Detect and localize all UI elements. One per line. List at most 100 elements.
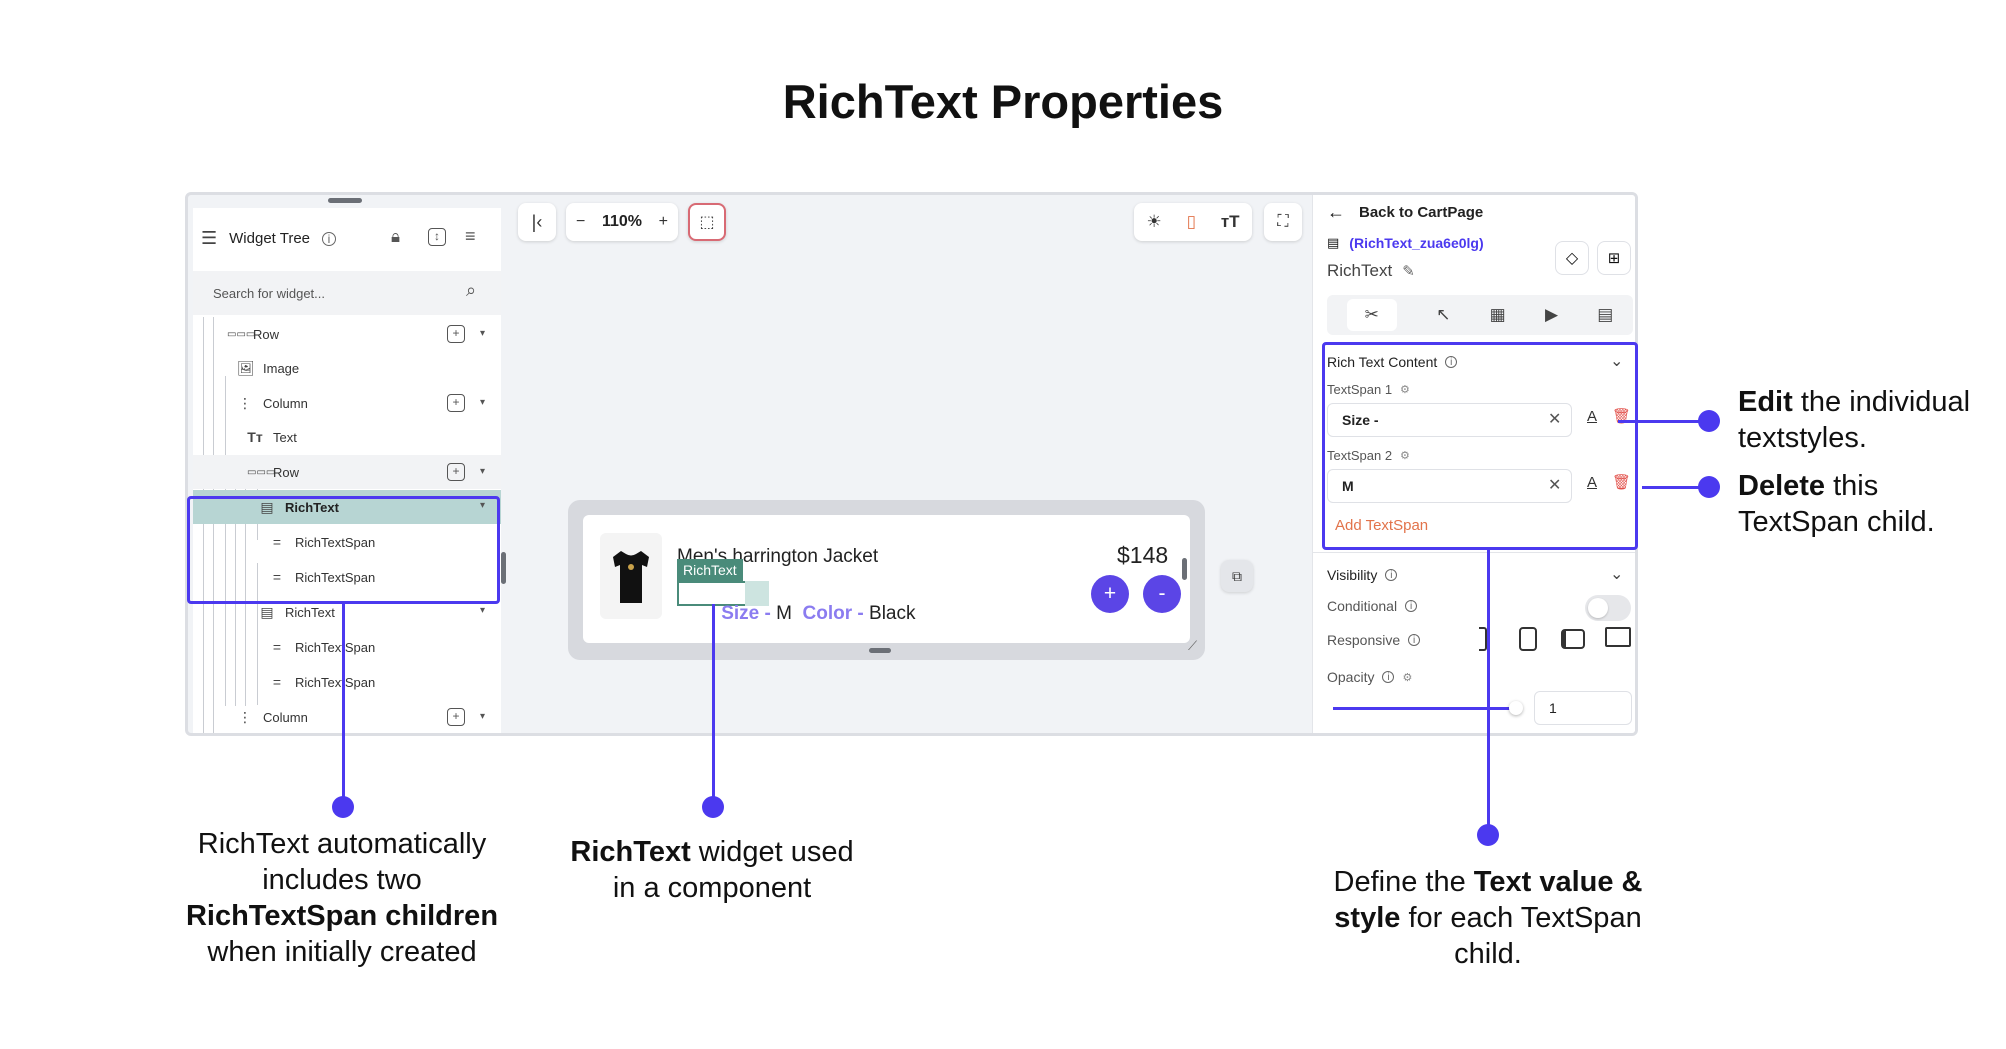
zoom-in-button[interactable]: + — [659, 213, 668, 231]
select-mode-button[interactable]: ⬚ — [688, 203, 726, 241]
filter-list-icon[interactable]: ≡ — [465, 226, 476, 247]
lock-icon[interactable]: 🔒︎ — [391, 227, 400, 247]
widget-caption-bold: RichText — [570, 836, 691, 868]
tree-item-image[interactable]: 🖼︎ Image — [193, 351, 501, 385]
tab-backend-icon[interactable]: ▦ — [1490, 305, 1506, 325]
resize-handle-right[interactable] — [1182, 558, 1187, 580]
tablet-icon[interactable] — [1561, 629, 1585, 649]
opacity-slider-track[interactable] — [1333, 707, 1513, 710]
toggle-knob — [1588, 598, 1608, 618]
callout-line — [1618, 420, 1708, 423]
span-color-label: Color - — [802, 603, 870, 624]
back-label: Back to CartPage — [1359, 204, 1484, 221]
tree-item-label: RichTextSpan — [295, 639, 376, 655]
column-icon: ⋮ — [238, 708, 252, 725]
text-scale-icon[interactable]: тT — [1221, 212, 1240, 232]
add-child-button[interactable]: + — [447, 325, 465, 343]
delete-caption-bold: Delete — [1738, 470, 1826, 502]
widget-connections-button[interactable]: ⛶ — [1264, 203, 1302, 241]
caret-down-icon[interactable]: ▾ — [480, 397, 485, 408]
tab-actions-icon[interactable]: ↖ — [1436, 305, 1450, 325]
back-link[interactable]: ← Back to CartPage — [1327, 202, 1483, 223]
copy-button[interactable]: ⧉ — [1221, 560, 1253, 592]
edit-pencil-icon[interactable]: ✎ — [1402, 262, 1415, 280]
span-size-label: Size - — [721, 603, 777, 624]
product-price: $148 — [1117, 542, 1169, 568]
caret-down-icon[interactable]: ▾ — [480, 711, 485, 722]
widget-search-field[interactable]: Search for widget... — [193, 271, 501, 315]
span-size-value: M — [776, 603, 792, 624]
widget-caption: RichText widget used in a component — [532, 834, 892, 906]
edit-caption: Edit the individual textstyles. — [1738, 384, 2006, 456]
desktop-icon[interactable] — [1605, 627, 1631, 647]
tree-item-text[interactable]: Tт Text — [193, 420, 501, 454]
tab-docs-icon[interactable]: ▤ — [1597, 305, 1613, 325]
resize-handle-bottom[interactable] — [869, 648, 891, 653]
conditional-row: Conditional i — [1327, 598, 1418, 614]
tree-caption-line3: RichTextSpan children — [185, 900, 499, 932]
opacity-input[interactable]: 1 — [1534, 691, 1632, 725]
phone-icon[interactable] — [1519, 627, 1537, 651]
scrollbar[interactable] — [501, 552, 506, 584]
callout-line — [1487, 550, 1490, 832]
resize-corner-icon[interactable]: ⟋ — [1188, 638, 1197, 654]
caret-down-icon[interactable]: ▾ — [480, 605, 485, 616]
info-icon: i — [322, 231, 337, 246]
nodes-icon: ⛶ — [1277, 213, 1289, 230]
opacity-slider-thumb[interactable] — [1509, 701, 1523, 715]
document-icon: ▤ — [1327, 235, 1340, 250]
phone-small-icon[interactable] — [1479, 627, 1487, 651]
span-color-value: Black — [869, 603, 916, 624]
tab-animations-icon[interactable]: ▶ — [1545, 305, 1558, 325]
device-frame-icon[interactable]: ▯ — [1187, 212, 1196, 232]
divider — [1313, 552, 1635, 553]
row-icon: ▭▭▭ — [247, 466, 276, 478]
caret-down-icon[interactable]: ▾ — [480, 328, 485, 339]
tab-properties-icon[interactable]: ✂ — [1346, 299, 1397, 331]
widget-id: (RichText_zua6e0lg) — [1349, 235, 1484, 251]
widget-id-row: ▤ (RichText_zua6e0lg) — [1327, 235, 1484, 251]
callout-dot — [332, 796, 354, 818]
increment-button[interactable]: + — [1091, 575, 1129, 613]
conditional-toggle[interactable] — [1585, 595, 1631, 621]
callout-dot — [1698, 410, 1720, 432]
chevron-down-icon[interactable]: ⌄ — [1610, 564, 1623, 584]
define-caption: Define the Text value & style for each T… — [1302, 864, 1674, 972]
add-child-button[interactable]: + — [447, 394, 465, 412]
search-icon[interactable]: ⌕ — [466, 280, 476, 301]
define-caption-bold2: style — [1334, 902, 1401, 934]
tree-item-label: Text — [273, 429, 297, 445]
add-child-button[interactable]: + — [447, 708, 465, 726]
edit-caption-rest: the individual — [1792, 386, 1971, 418]
tree-item-richtextspan[interactable]: = RichTextSpan — [193, 630, 501, 664]
delete-caption-line2: TextSpan child. — [1738, 506, 1935, 538]
widget-caption-rest: widget used — [690, 836, 854, 868]
image-icon: 🖼︎ — [237, 359, 255, 376]
page-title: RichText Properties — [782, 75, 1224, 128]
variable-settings-icon[interactable]: ⚙ — [1402, 671, 1412, 684]
copy-icon: ⧉ — [1232, 567, 1242, 584]
responsive-label: Responsive — [1327, 632, 1401, 648]
tree-item-richtextspan[interactable]: = RichTextSpan — [193, 665, 501, 699]
decrement-button[interactable]: - — [1143, 575, 1181, 613]
opacity-row: Opacity i ⚙ — [1327, 669, 1412, 685]
zoom-control: − 110% + — [566, 203, 678, 241]
add-widget-button[interactable]: ⊞ — [1597, 241, 1631, 275]
info-icon: i — [1408, 634, 1421, 646]
callout-dot — [702, 796, 724, 818]
add-child-button[interactable]: + — [447, 463, 465, 481]
diamond-button[interactable]: ◇ — [1555, 241, 1589, 275]
light-mode-icon[interactable]: ☀ — [1146, 212, 1161, 232]
tree-item-label: RichText — [285, 604, 335, 620]
visibility-header[interactable]: Visibility i — [1327, 567, 1398, 583]
textspan-icon: = — [272, 639, 282, 655]
search-input[interactable]: Search for widget... — [213, 286, 325, 301]
widget-caption-line2: in a component — [612, 872, 812, 904]
tshirt-image — [613, 551, 649, 603]
expand-vertical-icon[interactable]: ↕ — [428, 228, 446, 246]
caret-down-icon[interactable]: ▾ — [480, 466, 485, 477]
panel-resize-handle[interactable] — [328, 198, 362, 203]
collapse-panel-button[interactable]: |‹ — [518, 203, 556, 241]
widget-type: RichText — [1327, 261, 1393, 280]
zoom-out-button[interactable]: − — [576, 213, 585, 231]
